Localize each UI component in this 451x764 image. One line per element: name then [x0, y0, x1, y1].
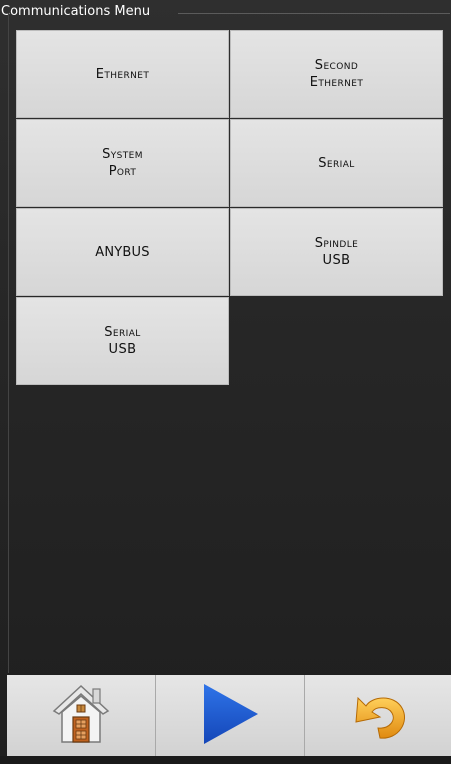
- play-button[interactable]: [156, 675, 304, 756]
- anybus-button[interactable]: ANYBUS: [16, 208, 229, 296]
- ethernet-button-label: Ethernet: [95, 66, 150, 82]
- home-icon: [51, 683, 111, 749]
- spindle-usb-button-label: Spindle USB: [314, 236, 359, 268]
- serial-usb-button-label: Serial USB: [104, 325, 141, 357]
- play-icon: [200, 682, 260, 750]
- undo-icon: [346, 686, 410, 746]
- second-ethernet-button-label: Second Ethernet: [309, 58, 364, 90]
- communications-screen: Communications Menu Ethernet Second Ethe…: [0, 0, 451, 764]
- ethernet-button[interactable]: Ethernet: [16, 30, 229, 118]
- serial-button-label: Serial: [318, 155, 355, 171]
- second-ethernet-button[interactable]: Second Ethernet: [230, 30, 443, 118]
- bottom-navigation-bar: [7, 675, 451, 756]
- home-button[interactable]: [7, 675, 155, 756]
- spindle-usb-button[interactable]: Spindle USB: [230, 208, 443, 296]
- system-port-button-label: System Port: [102, 147, 143, 179]
- bottom-strip: [0, 756, 451, 764]
- serial-usb-button[interactable]: Serial USB: [16, 297, 229, 385]
- back-button[interactable]: [305, 675, 451, 756]
- serial-button[interactable]: Serial: [230, 119, 443, 207]
- system-port-button[interactable]: System Port: [16, 119, 229, 207]
- anybus-button-label: ANYBUS: [95, 244, 150, 260]
